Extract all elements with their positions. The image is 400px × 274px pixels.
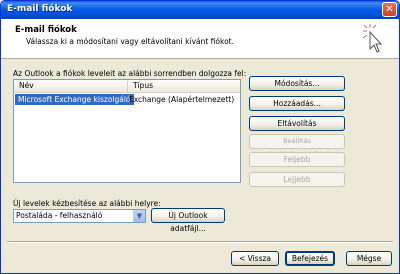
close-icon[interactable]: ✕: [382, 2, 397, 17]
cursor-click-icon: [362, 24, 383, 53]
column-header-name[interactable]: Név: [14, 81, 128, 92]
finish-button[interactable]: Befejezés: [285, 251, 335, 266]
accounts-list[interactable]: Név Típus Microsoft Exchange kiszolgáló …: [13, 79, 241, 183]
delivery-location-select[interactable]: Postaláda - felhasználó ▼: [13, 209, 146, 223]
email-accounts-dialog: E-mail fiókok ✕ E-mail fiókok Válassza k…: [0, 0, 400, 274]
modify-button[interactable]: Módosítás...: [249, 76, 345, 91]
set-default-button[interactable]: Beállítás alapértelmezettként: [249, 134, 345, 158]
footer-separator: [7, 241, 393, 243]
chevron-down-icon[interactable]: ▼: [133, 210, 145, 222]
header-description: Válassza ki a módosítani vagy eltávolíta…: [26, 37, 234, 46]
add-button[interactable]: Hozzáadás...: [249, 96, 345, 111]
account-name: Microsoft Exchange kiszolgáló: [15, 94, 134, 105]
move-up-button[interactable]: Feljebb: [249, 152, 345, 167]
delivery-selected-value: Postaláda - felhasználó: [16, 211, 103, 220]
remove-button[interactable]: Eltávolítás: [249, 116, 345, 131]
column-header-type[interactable]: Típus: [128, 81, 240, 92]
new-data-file-button[interactable]: Új Outlook adatfájl...: [151, 208, 225, 233]
move-down-button[interactable]: Lejjebb: [249, 172, 345, 187]
header-title: E-mail fiókok: [15, 25, 77, 35]
delivery-label: Új levelek kézbesítése az alábbi helyre:: [13, 199, 161, 208]
dialog-header: E-mail fiókok Válassza ki a módosítani v…: [1, 19, 399, 59]
back-button[interactable]: < Vissza: [231, 251, 279, 266]
list-item[interactable]: Microsoft Exchange kiszolgáló Exchange (…: [14, 94, 240, 105]
account-type: Exchange (Alapértelmezett): [129, 95, 235, 104]
list-header: Név Típus: [14, 80, 240, 93]
accounts-list-label: Az Outlook a fiókok leveleit az alábbi s…: [13, 69, 247, 78]
cancel-button[interactable]: Mégse: [346, 251, 392, 266]
title-bar[interactable]: E-mail fiókok ✕: [1, 1, 399, 19]
window-title: E-mail fiókok: [7, 4, 73, 14]
